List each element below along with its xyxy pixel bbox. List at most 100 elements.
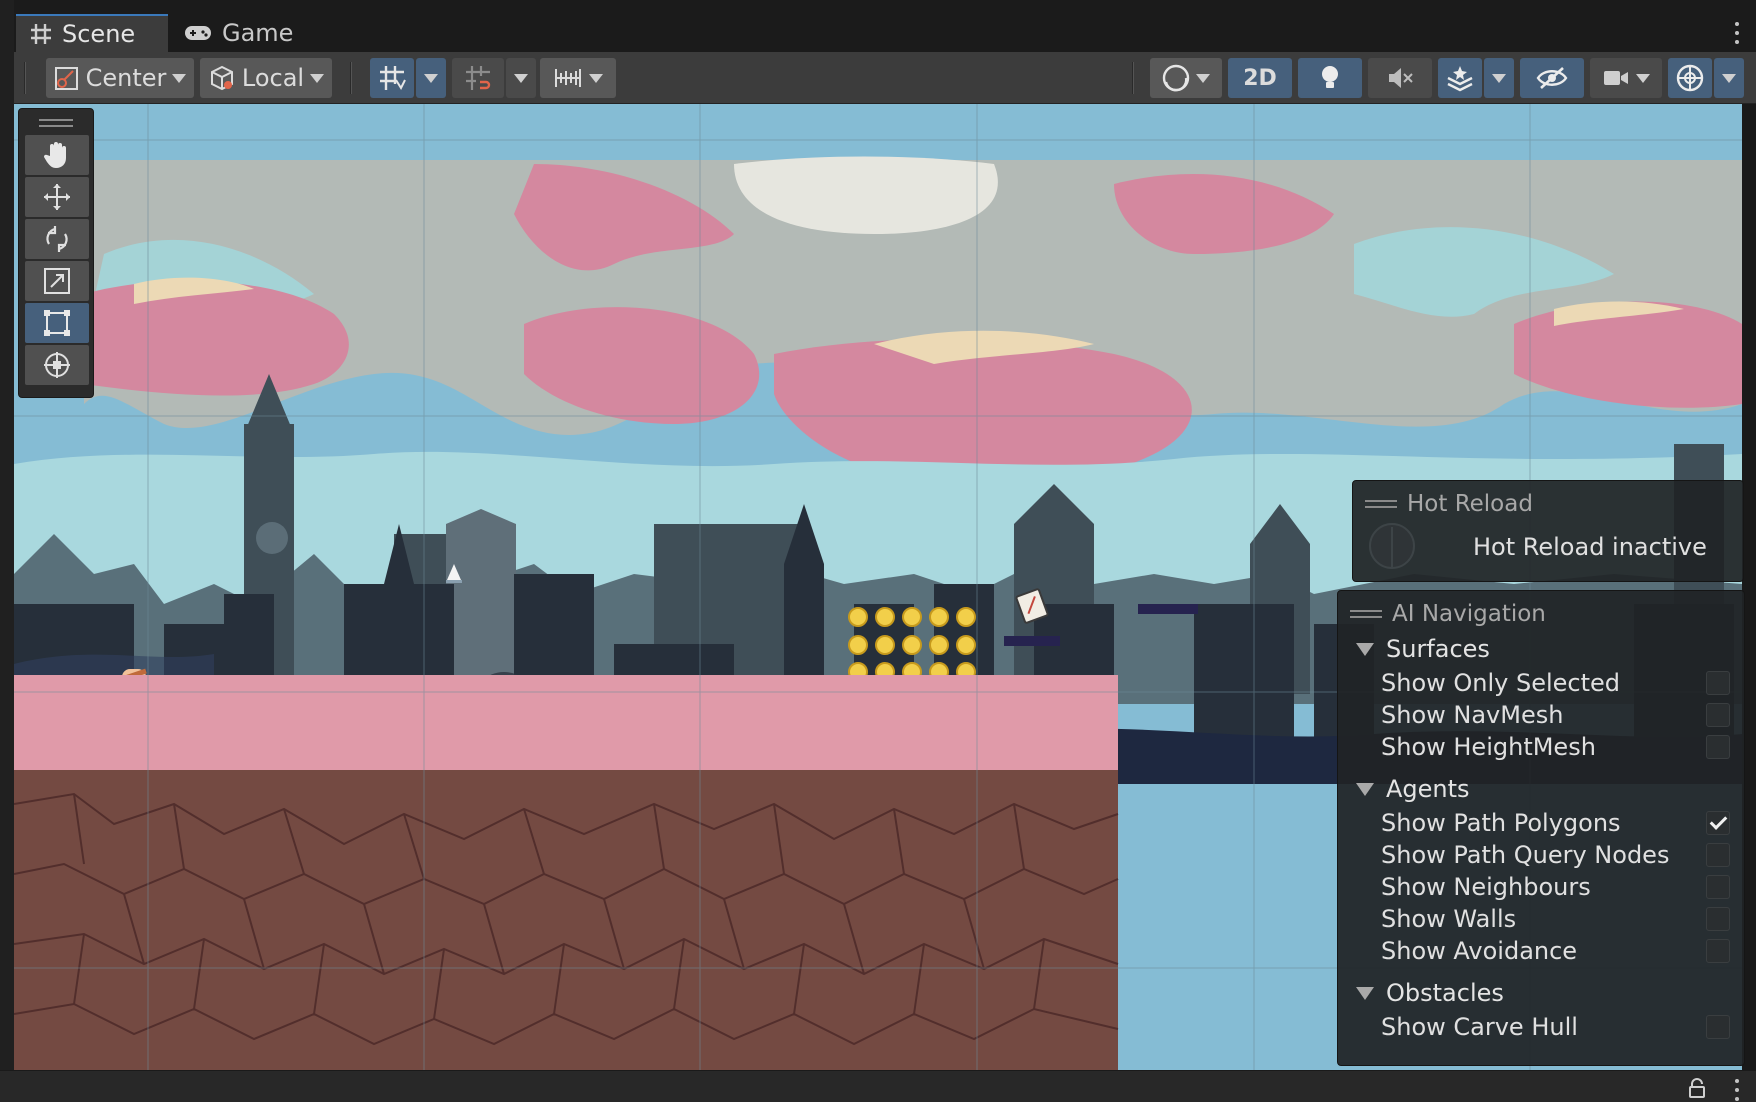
pivot-space-dropdown[interactable]: Local bbox=[200, 58, 332, 98]
checkbox[interactable] bbox=[1706, 907, 1730, 931]
window-edge bbox=[0, 0, 14, 1102]
ruler-grid-icon bbox=[555, 69, 581, 87]
grid-visibility-dropdown[interactable] bbox=[540, 58, 616, 98]
section-label: Agents bbox=[1386, 775, 1470, 803]
lock-icon[interactable] bbox=[1686, 1077, 1708, 1099]
hot-reload-status-icon[interactable] bbox=[1369, 523, 1415, 569]
checkbox[interactable] bbox=[1706, 1015, 1730, 1039]
hand-icon bbox=[43, 142, 66, 168]
effects-toggle[interactable] bbox=[1438, 58, 1482, 98]
option-show-path-polygons[interactable]: Show Path Polygons bbox=[1338, 807, 1744, 839]
increment-snap-dropdown[interactable] bbox=[506, 58, 536, 98]
rotate-icon bbox=[46, 226, 68, 252]
checkbox[interactable] bbox=[1706, 671, 1730, 695]
option-label: Show Walls bbox=[1381, 905, 1517, 933]
shading-sphere-icon bbox=[1162, 64, 1190, 92]
option-show-walls[interactable]: Show Walls bbox=[1338, 903, 1744, 935]
local-cube-icon bbox=[210, 65, 233, 91]
tab-scene-label: Scene bbox=[62, 20, 136, 48]
transform-icon bbox=[44, 352, 70, 378]
checkbox[interactable] bbox=[1706, 939, 1730, 963]
option-label: Show Only Selected bbox=[1381, 669, 1621, 697]
chevron-down-icon bbox=[424, 73, 438, 83]
option-show-avoidance[interactable]: Show Avoidance bbox=[1338, 935, 1744, 967]
light-bulb-icon bbox=[1322, 66, 1338, 88]
audio-mute-icon bbox=[1389, 68, 1413, 88]
pivot-mode-label: Center bbox=[85, 64, 167, 92]
option-label: Show Path Query Nodes bbox=[1381, 841, 1670, 869]
section-obstacles[interactable]: Obstacles bbox=[1338, 975, 1744, 1011]
mode-2d-toggle[interactable]: 2D bbox=[1228, 58, 1292, 98]
option-show-carve-hull[interactable]: Show Carve Hull bbox=[1338, 1011, 1744, 1043]
effects-dropdown[interactable] bbox=[1484, 58, 1514, 98]
rect-tool[interactable] bbox=[25, 303, 89, 343]
rect-transform-icon bbox=[44, 310, 70, 336]
checkbox[interactable] bbox=[1706, 875, 1730, 899]
audio-toggle[interactable] bbox=[1368, 58, 1432, 98]
scale-tool[interactable] bbox=[25, 261, 89, 301]
checkbox[interactable] bbox=[1706, 703, 1730, 727]
ai-navigation-title: AI Navigation bbox=[1392, 601, 1546, 627]
option-show-path-query-nodes[interactable]: Show Path Query Nodes bbox=[1338, 839, 1744, 871]
option-label: Show HeightMesh bbox=[1381, 733, 1596, 761]
lighting-toggle[interactable] bbox=[1298, 58, 1362, 98]
triangle-down-icon bbox=[1356, 986, 1374, 1000]
drag-handle-icon bbox=[1350, 610, 1382, 618]
option-label: Show NavMesh bbox=[1381, 701, 1564, 729]
grid-snap-toggle[interactable] bbox=[370, 58, 414, 98]
option-show-navmesh[interactable]: Show NavMesh bbox=[1338, 699, 1744, 731]
status-bar bbox=[0, 1070, 1756, 1102]
chevron-down-icon bbox=[310, 73, 325, 83]
triangle-down-icon bbox=[1356, 642, 1374, 656]
more-options-icon[interactable] bbox=[1734, 1079, 1740, 1101]
section-surfaces[interactable]: Surfaces bbox=[1338, 631, 1744, 667]
increment-snap-icon bbox=[466, 66, 491, 90]
scene-toolbar: Center Local 2D bbox=[14, 52, 1756, 104]
eye-slash-icon bbox=[1536, 67, 1568, 89]
option-show-neighbours[interactable]: Show Neighbours bbox=[1338, 871, 1744, 903]
rotate-tool[interactable] bbox=[25, 219, 89, 259]
gizmos-dropdown[interactable] bbox=[1714, 58, 1744, 98]
tab-game[interactable]: Game bbox=[170, 14, 320, 52]
chevron-down-icon bbox=[1492, 73, 1506, 83]
option-show-only-selected[interactable]: Show Only Selected bbox=[1338, 667, 1744, 699]
pivot-mode-dropdown[interactable]: Center bbox=[46, 58, 194, 98]
shading-mode-dropdown[interactable] bbox=[1150, 58, 1222, 98]
section-agents[interactable]: Agents bbox=[1338, 771, 1744, 807]
pivot-space-label: Local bbox=[241, 64, 305, 92]
grid-snap-dropdown[interactable] bbox=[416, 58, 446, 98]
option-show-heightmesh[interactable]: Show HeightMesh bbox=[1338, 731, 1744, 763]
toolbar-separator bbox=[1132, 62, 1134, 94]
camera-settings-dropdown[interactable] bbox=[1590, 58, 1662, 98]
tab-options-menu-icon[interactable] bbox=[1734, 22, 1740, 44]
hot-reload-status: Hot Reload inactive bbox=[1473, 533, 1707, 561]
checkbox[interactable] bbox=[1706, 735, 1730, 759]
hand-tool[interactable] bbox=[25, 135, 89, 175]
tab-scene[interactable]: Scene bbox=[16, 14, 168, 52]
hot-reload-title-bar[interactable]: Hot Reload bbox=[1353, 481, 1743, 517]
scene-visibility-toggle[interactable] bbox=[1520, 58, 1584, 98]
move-arrows-icon bbox=[44, 184, 70, 210]
option-label: Show Carve Hull bbox=[1381, 1013, 1578, 1041]
section-label: Obstacles bbox=[1386, 979, 1504, 1007]
increment-snap-toggle[interactable] bbox=[452, 58, 504, 98]
gamepad-icon bbox=[185, 26, 211, 40]
ai-navigation-title-bar[interactable]: AI Navigation bbox=[1338, 591, 1744, 631]
drag-handle-icon[interactable] bbox=[25, 113, 87, 133]
toolbar-separator bbox=[24, 62, 26, 94]
chevron-down-icon bbox=[1722, 73, 1736, 83]
move-tool[interactable] bbox=[25, 177, 89, 217]
tools-overlay bbox=[18, 108, 94, 398]
option-label: Show Avoidance bbox=[1381, 937, 1578, 965]
effects-layers-icon bbox=[1447, 66, 1473, 92]
camera-icon bbox=[1604, 71, 1628, 85]
checkbox[interactable] bbox=[1706, 843, 1730, 867]
option-label: Show Path Polygons bbox=[1381, 809, 1621, 837]
toolbar-separator bbox=[350, 62, 352, 94]
transform-tool[interactable] bbox=[25, 345, 89, 385]
triangle-down-icon bbox=[1356, 782, 1374, 796]
chevron-down-icon bbox=[1636, 73, 1650, 83]
gizmos-toggle[interactable] bbox=[1668, 58, 1712, 98]
checkbox-checked[interactable] bbox=[1706, 811, 1730, 835]
ai-navigation-overlay: AI Navigation Surfaces Show Only Selecte… bbox=[1337, 590, 1745, 1066]
